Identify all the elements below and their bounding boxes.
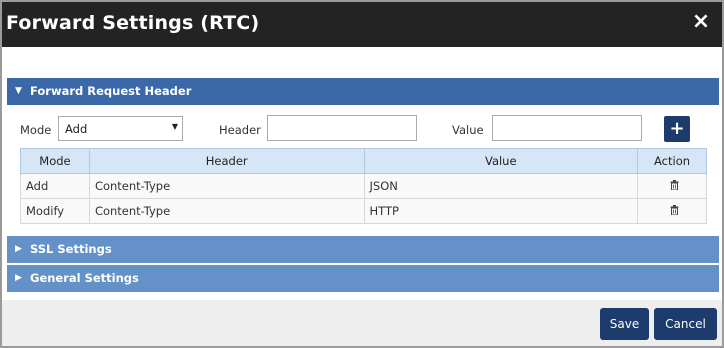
- row-value: HTTP: [363, 198, 639, 224]
- section-ssl-settings[interactable]: ▶ SSL Settings: [7, 236, 719, 263]
- caret-down-icon: ▼: [171, 122, 178, 131]
- chevron-right-icon: ▶: [15, 244, 22, 254]
- dialog-footer: Save Cancel: [2, 300, 722, 346]
- chevron-down-icon: ▼: [15, 86, 22, 96]
- mode-select[interactable]: Add ▼: [58, 116, 183, 141]
- header-input[interactable]: [267, 115, 417, 141]
- column-header-value: Value: [363, 148, 639, 174]
- close-icon[interactable]: ×: [690, 10, 712, 34]
- section-label: Forward Request Header: [30, 84, 192, 98]
- value-input[interactable]: [492, 115, 642, 141]
- column-header-action: Action: [637, 148, 707, 174]
- row-mode: Modify: [20, 198, 90, 224]
- section-label: General Settings: [30, 271, 139, 285]
- row-action: [637, 173, 707, 199]
- row-value: JSON: [363, 173, 639, 199]
- save-button[interactable]: Save: [600, 308, 649, 340]
- value-label: Value: [452, 123, 484, 137]
- cancel-button[interactable]: Cancel: [654, 308, 717, 340]
- section-forward-request-header[interactable]: ▼ Forward Request Header: [7, 78, 719, 105]
- dialog-titlebar: Forward Settings (RTC) ×: [2, 2, 722, 47]
- forward-settings-dialog: Forward Settings (RTC) × ▼ Forward Reque…: [0, 0, 724, 348]
- column-header-header: Header: [88, 148, 365, 174]
- mode-select-value: Add: [65, 122, 88, 136]
- table-row: Modify Content-Type HTTP: [20, 198, 707, 224]
- add-header-button[interactable]: +: [664, 116, 690, 142]
- row-mode: Add: [20, 173, 90, 199]
- row-header: Content-Type: [88, 173, 365, 199]
- trash-icon[interactable]: [670, 179, 679, 193]
- header-label: Header: [219, 123, 261, 137]
- row-action: [637, 198, 707, 224]
- chevron-right-icon: ▶: [15, 273, 22, 283]
- table-row: Add Content-Type JSON: [20, 173, 707, 199]
- mode-label: Mode: [20, 123, 52, 137]
- column-header-mode: Mode: [20, 148, 90, 174]
- headers-table: Mode Header Value Action Add Content-Typ…: [20, 148, 707, 224]
- section-label: SSL Settings: [30, 242, 112, 256]
- trash-icon[interactable]: [670, 204, 679, 218]
- dialog-title: Forward Settings (RTC): [6, 12, 260, 34]
- table-header-row: Mode Header Value Action: [20, 148, 707, 174]
- row-header: Content-Type: [88, 198, 365, 224]
- section-general-settings[interactable]: ▶ General Settings: [7, 265, 719, 292]
